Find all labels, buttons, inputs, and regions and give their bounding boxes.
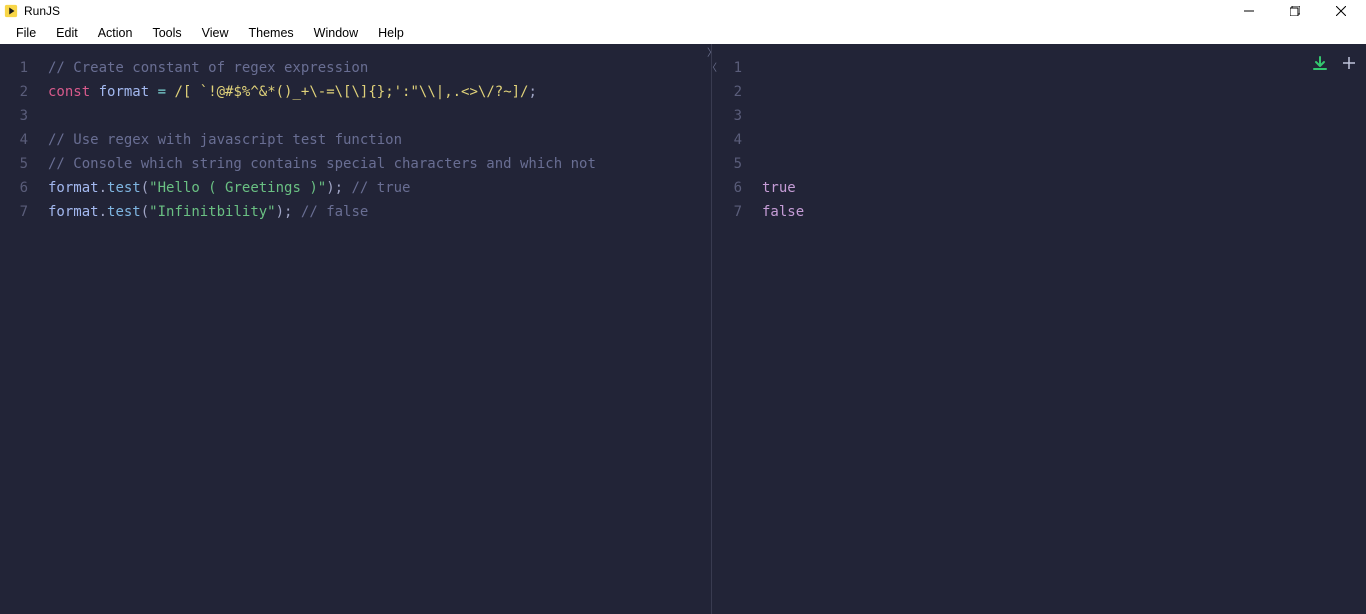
line-number: 4 xyxy=(712,128,754,152)
token: ; xyxy=(529,84,537,100)
output-toolbar xyxy=(1312,54,1356,75)
code-line[interactable] xyxy=(48,104,596,128)
editor-container: 1234567 // Create constant of regex expr… xyxy=(0,44,1366,614)
line-number: 4 xyxy=(0,128,40,152)
code-line[interactable]: format.test("Hello ( Greetings )"); // t… xyxy=(48,176,596,200)
token: ); xyxy=(326,180,343,196)
line-number: 7 xyxy=(712,200,754,224)
menu-window[interactable]: Window xyxy=(306,24,366,42)
editor-gutter: 1234567 xyxy=(0,44,40,614)
window-controls xyxy=(1226,0,1364,22)
token: // Console which string contains special… xyxy=(48,156,596,172)
output-body: true false xyxy=(754,44,804,614)
title-bar: RunJS xyxy=(0,0,1366,22)
token: format xyxy=(48,180,99,196)
token: "Hello ( Greetings )" xyxy=(149,180,326,196)
line-number: 3 xyxy=(712,104,754,128)
code-line xyxy=(762,56,804,80)
token: = xyxy=(158,84,166,100)
menu-tools[interactable]: Tools xyxy=(144,24,189,42)
code-line[interactable]: // Use regex with javascript test functi… xyxy=(48,128,596,152)
menu-file[interactable]: File xyxy=(8,24,44,42)
token: ( xyxy=(141,204,149,220)
line-number: 2 xyxy=(712,80,754,104)
token: format xyxy=(48,204,99,220)
menu-help[interactable]: Help xyxy=(370,24,412,42)
token: format xyxy=(99,84,150,100)
output-gutter: 1234567 xyxy=(712,44,754,614)
menu-action[interactable]: Action xyxy=(90,24,141,42)
line-number: 5 xyxy=(0,152,40,176)
token xyxy=(90,84,98,100)
token: // Use regex with javascript test functi… xyxy=(48,132,402,148)
line-number: 7 xyxy=(0,200,40,224)
code-line: false xyxy=(762,200,804,224)
token: const xyxy=(48,84,90,100)
menu-view[interactable]: View xyxy=(194,24,237,42)
code-line[interactable]: format.test("Infinitbility"); // false xyxy=(48,200,596,224)
token: ); xyxy=(276,204,293,220)
plus-icon[interactable] xyxy=(1342,54,1356,75)
token: "Infinitbility" xyxy=(149,204,275,220)
code-line[interactable]: // Create constant of regex expression xyxy=(48,56,596,80)
token: . xyxy=(99,204,107,220)
token xyxy=(149,84,157,100)
line-number: 6 xyxy=(0,176,40,200)
download-icon[interactable] xyxy=(1312,55,1328,75)
menu-themes[interactable]: Themes xyxy=(241,24,302,42)
token: ( xyxy=(141,180,149,196)
token: test xyxy=(107,180,141,196)
menu-bar: File Edit Action Tools View Themes Windo… xyxy=(0,22,1366,44)
app-icon xyxy=(4,4,18,18)
code-line: true xyxy=(762,176,804,200)
line-number: 1 xyxy=(712,56,754,80)
token: test xyxy=(107,204,141,220)
code-line[interactable]: const format = /[ `!@#$%^&*()_+\-=\[\]{}… xyxy=(48,80,596,104)
code-line[interactable]: // Console which string contains special… xyxy=(48,152,596,176)
token: // true xyxy=(351,180,410,196)
close-button[interactable] xyxy=(1318,0,1364,22)
token: // false xyxy=(301,204,368,220)
minimize-button[interactable] xyxy=(1226,0,1272,22)
token: /[ `!@#$%^&*()_+\-=\[\]{};':"\\|,.<>\/?~… xyxy=(174,84,528,100)
line-number: 5 xyxy=(712,152,754,176)
token: . xyxy=(99,180,107,196)
editor-pane: 1234567 // Create constant of regex expr… xyxy=(0,44,712,614)
line-number: 3 xyxy=(0,104,40,128)
line-number: 6 xyxy=(712,176,754,200)
token: true xyxy=(762,180,796,196)
line-number: 1 xyxy=(0,56,40,80)
editor-body[interactable]: // Create constant of regex expression co… xyxy=(40,44,596,614)
menu-edit[interactable]: Edit xyxy=(48,24,86,42)
code-line xyxy=(762,128,804,152)
code-line xyxy=(762,80,804,104)
code-line xyxy=(762,152,804,176)
token: // Create constant of regex expression xyxy=(48,60,368,76)
maximize-button[interactable] xyxy=(1272,0,1318,22)
app-title: RunJS xyxy=(24,4,60,18)
token: false xyxy=(762,204,804,220)
line-number: 2 xyxy=(0,80,40,104)
title-left: RunJS xyxy=(2,4,60,18)
token xyxy=(292,204,300,220)
code-line xyxy=(762,104,804,128)
output-pane: 1234567 true false xyxy=(712,44,1366,614)
